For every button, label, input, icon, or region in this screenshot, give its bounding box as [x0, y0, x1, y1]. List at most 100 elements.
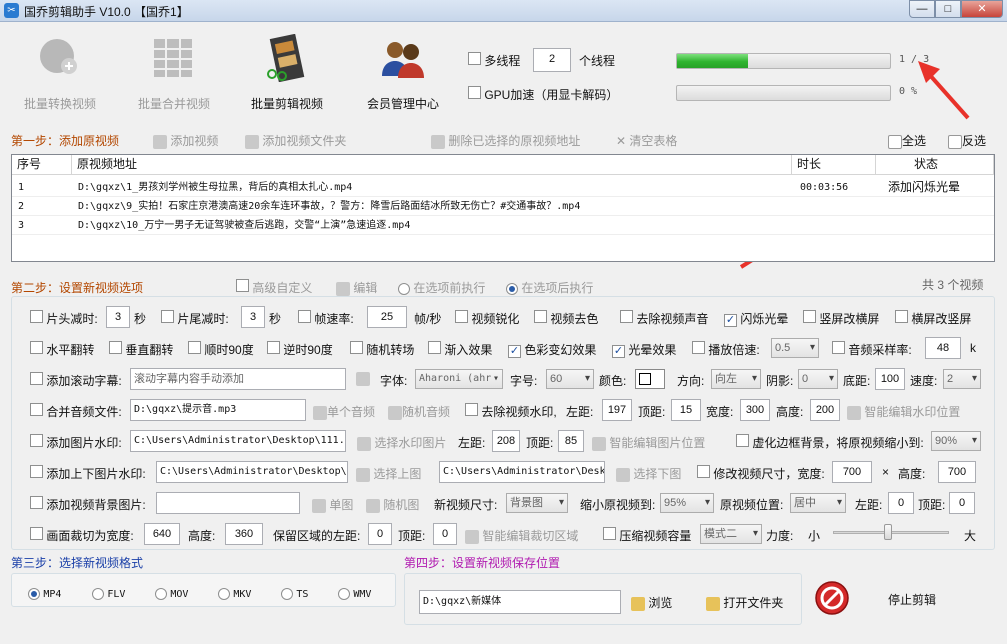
- up-image-input[interactable]: C:\Users\Administrator\Desktop\i: [156, 461, 348, 483]
- mute-option[interactable]: 去除视频声音: [620, 310, 708, 327]
- format-radio[interactable]: [281, 587, 293, 600]
- delete-selected-button[interactable]: 删除已选择的原视频地址: [431, 132, 580, 149]
- open-folder-button[interactable]: 打开文件夹: [706, 594, 783, 611]
- random-trans-checkbox[interactable]: [350, 341, 363, 354]
- thread-count-input[interactable]: 2: [533, 48, 571, 72]
- convert-video-button[interactable]: 批量转换视频: [5, 34, 115, 114]
- hflip-checkbox[interactable]: [30, 341, 43, 354]
- bg-image-option[interactable]: 添加视频背景图片:: [30, 496, 146, 513]
- updown-watermark-checkbox[interactable]: [30, 465, 43, 478]
- format-radio[interactable]: [28, 587, 40, 600]
- cw90-checkbox[interactable]: [188, 341, 201, 354]
- format-wmv[interactable]: WMV: [338, 586, 371, 600]
- audio-path-input[interactable]: D:\gqxz\提示音.mp3: [130, 399, 306, 421]
- member-center-button[interactable]: 会员管理中心: [348, 34, 458, 114]
- bottom-input[interactable]: 100: [875, 368, 905, 390]
- save-path-input[interactable]: D:\gqxz\新媒体: [419, 590, 621, 614]
- choose-down-button[interactable]: 选择下图: [616, 465, 681, 482]
- wm-left-input[interactable]: 197: [602, 399, 632, 421]
- vflip-option[interactable]: 垂直翻转: [109, 341, 173, 358]
- head-cut-checkbox[interactable]: [30, 310, 43, 323]
- table-row[interactable]: 2 D:\gqxz\9_实拍！石家庄京港澳高速20余车连环事故，？警方：降雪后路…: [12, 197, 994, 216]
- tail-cut-option[interactable]: 片尾减时:: [161, 310, 229, 327]
- cw90-option[interactable]: 顺时90度: [188, 341, 254, 358]
- header-duration[interactable]: 时长: [792, 155, 876, 175]
- wm-width-input[interactable]: 300: [740, 399, 770, 421]
- bg-image-input[interactable]: [156, 492, 300, 514]
- tail-cut-checkbox[interactable]: [161, 310, 174, 323]
- run-before-radio[interactable]: [398, 282, 410, 295]
- video-table[interactable]: 序号 原视频地址 时长 状态 1 D:\gqxz\1_男孩刘学州被生母拉黑，背后…: [11, 154, 995, 262]
- crop-checkbox[interactable]: [30, 527, 43, 540]
- edit-button[interactable]: 编辑: [336, 279, 377, 296]
- flash-checkbox[interactable]: ✓: [724, 314, 737, 327]
- random-image-button[interactable]: 随机图: [366, 496, 419, 513]
- remove-watermark-option[interactable]: 去除视频水印,: [465, 403, 557, 420]
- sample-option[interactable]: 音频采样率:: [832, 341, 912, 358]
- bg-image-checkbox[interactable]: [30, 496, 43, 509]
- direction-select[interactable]: 向左: [711, 369, 761, 389]
- vflip-checkbox[interactable]: [109, 341, 122, 354]
- resize-checkbox[interactable]: [697, 465, 710, 478]
- down-image-input[interactable]: C:\Users\Administrator\Desk: [439, 461, 605, 483]
- speed-option[interactable]: 播放倍速:: [692, 341, 760, 358]
- smart-watermark-button[interactable]: 智能编辑水印位置: [847, 403, 960, 420]
- halo-option[interactable]: ✓ 光晕效果: [612, 341, 676, 358]
- speed-checkbox[interactable]: [692, 341, 705, 354]
- fps-input[interactable]: 25: [367, 306, 407, 328]
- run-before-option[interactable]: 在选项前执行: [398, 279, 485, 296]
- h2v-checkbox[interactable]: [895, 310, 908, 323]
- flash-option[interactable]: ✓ 闪烁光晕: [724, 310, 788, 327]
- h2v-option[interactable]: 横屏改竖屏: [895, 310, 971, 327]
- scroll-text-checkbox[interactable]: [30, 372, 43, 385]
- multithread-option[interactable]: 多线程: [468, 52, 520, 69]
- blur-bg-checkbox[interactable]: [736, 434, 749, 447]
- table-row[interactable]: 1 D:\gqxz\1_男孩刘学州被生母拉黑，背后的真相太扎心.mp4 00:0…: [12, 178, 994, 197]
- compress-mode-select[interactable]: 模式二: [700, 524, 762, 544]
- compress-option[interactable]: 压缩视频容量: [603, 527, 691, 544]
- close-button[interactable]: ✕: [961, 0, 1003, 18]
- head-cut-option[interactable]: 片头减时:: [30, 310, 98, 327]
- random-audio-button[interactable]: 随机音频: [388, 403, 450, 420]
- mute-checkbox[interactable]: [620, 310, 633, 323]
- run-after-radio[interactable]: [506, 282, 518, 295]
- decolor-checkbox[interactable]: [534, 310, 547, 323]
- fade-in-checkbox[interactable]: [428, 341, 441, 354]
- format-radio[interactable]: [155, 587, 167, 600]
- strength-slider-thumb[interactable]: [884, 524, 892, 540]
- crop-option[interactable]: 画面裁切为宽度:: [30, 527, 134, 544]
- updown-watermark-option[interactable]: 添加上下图片水印:: [30, 465, 146, 482]
- ccw90-checkbox[interactable]: [267, 341, 280, 354]
- minimize-button[interactable]: —: [909, 0, 935, 18]
- blur-scale-select[interactable]: 90%: [931, 431, 981, 451]
- halo-checkbox[interactable]: ✓: [612, 345, 625, 358]
- v2h-checkbox[interactable]: [803, 310, 816, 323]
- color-fx-checkbox[interactable]: ✓: [508, 345, 521, 358]
- format-mp4[interactable]: MP4: [28, 586, 61, 600]
- scroll-text-input[interactable]: 滚动字幕内容手动添加: [130, 368, 346, 390]
- position-select[interactable]: 居中: [790, 493, 846, 513]
- image-watermark-option[interactable]: 添加图片水印:: [30, 434, 122, 451]
- ccw90-option[interactable]: 逆时90度: [267, 341, 333, 358]
- single-image-button[interactable]: 单图: [312, 496, 353, 513]
- run-after-option[interactable]: 在选项后执行: [506, 279, 593, 296]
- sample-checkbox[interactable]: [832, 341, 845, 354]
- format-radio[interactable]: [92, 587, 104, 600]
- shadow-select[interactable]: 0: [798, 369, 838, 389]
- advanced-checkbox[interactable]: [236, 279, 249, 292]
- bg-top-input[interactable]: 0: [949, 492, 975, 514]
- scroll-text-option[interactable]: 添加滚动字幕:: [30, 372, 122, 389]
- sample-input[interactable]: 48: [925, 337, 961, 359]
- add-folder-button[interactable]: 添加视频文件夹: [245, 132, 346, 149]
- format-radio[interactable]: [338, 587, 350, 600]
- header-index[interactable]: 序号: [12, 155, 72, 175]
- color-picker[interactable]: [635, 369, 665, 389]
- hflip-option[interactable]: 水平翻转: [30, 341, 94, 358]
- merge-video-button[interactable]: 批量合并视频: [119, 34, 229, 114]
- v2h-option[interactable]: 竖屏改横屏: [803, 310, 879, 327]
- multithread-checkbox[interactable]: [468, 52, 481, 65]
- add-video-button[interactable]: 添加视频: [153, 132, 218, 149]
- font-size-select[interactable]: 60: [546, 369, 594, 389]
- format-flv[interactable]: FLV: [92, 586, 125, 600]
- format-mov[interactable]: MOV: [155, 586, 188, 600]
